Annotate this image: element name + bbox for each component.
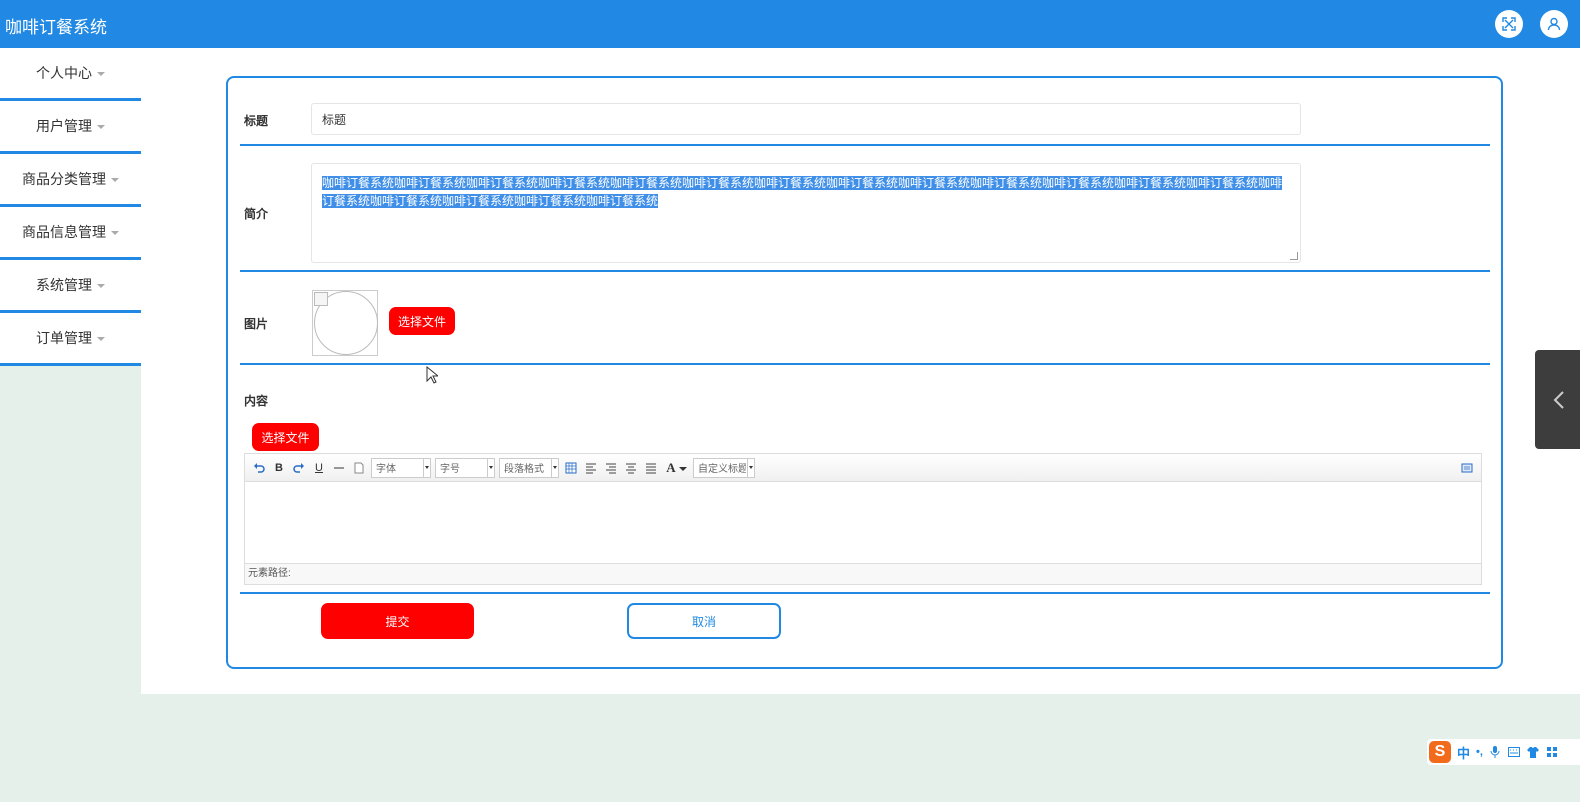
horizontal-rule-icon[interactable] xyxy=(331,460,347,476)
align-justify-icon[interactable] xyxy=(643,460,659,476)
page-icon[interactable] xyxy=(351,460,367,476)
font-family-select[interactable]: 字体 xyxy=(371,457,431,478)
user-icon[interactable] xyxy=(1540,10,1568,38)
underline-icon[interactable]: U xyxy=(311,460,327,476)
font-family-value: 字体 xyxy=(376,464,396,475)
intro-textarea[interactable]: 咖啡订餐系统咖啡订餐系统咖啡订餐系统咖啡订餐系统咖啡订餐系统咖啡订餐系统咖啡订餐… xyxy=(311,163,1301,263)
skin-icon[interactable] xyxy=(1526,746,1539,758)
divider xyxy=(240,270,1490,272)
title-label: 标题 xyxy=(244,114,269,128)
divider xyxy=(240,144,1490,146)
sidebar-item-label: 商品信息管理 xyxy=(22,224,106,240)
table-icon[interactable] xyxy=(563,460,579,476)
rich-text-editor: B U 字体 字号 段落格式 A 自定义标题 元素路径: xyxy=(244,453,1482,585)
sidebar: 个人中心 用户管理 商品分类管理 商品信息管理 系统管理 订单管理 xyxy=(0,48,141,366)
dropdown-arrow-icon xyxy=(747,458,754,477)
caret-down-icon xyxy=(97,72,105,76)
ime-mode-toggle[interactable]: 中 xyxy=(1457,743,1470,762)
caret-down-icon xyxy=(111,231,119,235)
mouse-cursor-icon xyxy=(426,365,440,389)
edit-form: 标题 简介 咖啡订餐系统咖啡订餐系统咖啡订餐系统咖啡订餐系统咖啡订餐系统咖啡订餐… xyxy=(226,76,1503,669)
app-title: 咖啡订餐系统 xyxy=(5,18,107,37)
intro-label: 简介 xyxy=(244,207,269,221)
font-size-select[interactable]: 字号 xyxy=(435,457,495,478)
sidebar-item-product-management[interactable]: 商品信息管理 xyxy=(0,207,141,260)
divider xyxy=(240,363,1490,365)
caret-down-icon xyxy=(97,337,105,341)
custom-title-value: 自定义标题 xyxy=(698,464,746,475)
choose-content-file-button[interactable]: 选择文件 xyxy=(252,423,319,451)
fullscreen-icon[interactable] xyxy=(1495,10,1523,38)
choose-image-button[interactable]: 选择文件 xyxy=(389,307,455,335)
sidebar-item-order-management[interactable]: 订单管理 xyxy=(0,313,141,366)
sidebar-item-category-management[interactable]: 商品分类管理 xyxy=(0,154,141,207)
cancel-button[interactable]: 取消 xyxy=(627,603,781,639)
html-source-icon[interactable] xyxy=(1459,460,1475,476)
font-color-icon[interactable]: A xyxy=(663,460,679,476)
sidebar-item-label: 商品分类管理 xyxy=(22,171,106,187)
menu-grid-icon[interactable] xyxy=(1546,746,1558,758)
redo-icon[interactable] xyxy=(291,460,307,476)
submit-button[interactable]: 提交 xyxy=(321,603,474,639)
sidebar-item-label: 个人中心 xyxy=(36,65,92,81)
sidebar-item-label: 系统管理 xyxy=(36,277,92,293)
resize-grip-icon[interactable] xyxy=(1290,252,1298,260)
caret-down-icon xyxy=(97,284,105,288)
font-color-dropdown-icon[interactable] xyxy=(679,466,687,471)
sidebar-item-label: 订单管理 xyxy=(36,330,92,346)
image-preview xyxy=(312,290,378,356)
font-size-value: 字号 xyxy=(440,464,460,475)
top-bar: 咖啡订餐系统 xyxy=(0,0,1580,48)
divider xyxy=(240,592,1490,594)
editor-toolbar: B U 字体 字号 段落格式 A 自定义标题 xyxy=(245,454,1481,482)
ime-punctuation-toggle[interactable]: •, xyxy=(1476,746,1483,758)
sidebar-item-personal-center[interactable]: 个人中心 xyxy=(0,48,141,101)
dropdown-arrow-icon xyxy=(423,458,430,477)
caret-down-icon xyxy=(97,125,105,129)
ime-toolbar: S 中 •, xyxy=(1427,739,1580,765)
sidebar-item-label: 用户管理 xyxy=(36,118,92,134)
sidebar-item-user-management[interactable]: 用户管理 xyxy=(0,101,141,154)
image-label: 图片 xyxy=(244,317,269,331)
sidebar-item-system-management[interactable]: 系统管理 xyxy=(0,260,141,313)
align-right-icon[interactable] xyxy=(603,460,619,476)
align-left-icon[interactable] xyxy=(583,460,599,476)
align-center-icon[interactable] xyxy=(623,460,639,476)
dropdown-arrow-icon xyxy=(487,458,494,477)
sogou-logo-icon[interactable]: S xyxy=(1429,741,1451,763)
caret-down-icon xyxy=(111,178,119,182)
element-path-bar: 元素路径: xyxy=(245,563,1481,584)
bold-icon[interactable]: B xyxy=(271,460,287,476)
keyboard-icon[interactable] xyxy=(1507,746,1520,758)
side-panel-toggle[interactable] xyxy=(1535,350,1580,449)
intro-text: 咖啡订餐系统咖啡订餐系统咖啡订餐系统咖啡订餐系统咖啡订餐系统咖啡订餐系统咖啡订餐… xyxy=(322,176,1283,208)
editor-content-area[interactable] xyxy=(245,482,1481,565)
paragraph-format-value: 段落格式 xyxy=(504,464,544,475)
undo-icon[interactable] xyxy=(251,460,267,476)
microphone-icon[interactable] xyxy=(1489,746,1501,758)
dropdown-arrow-icon xyxy=(551,458,558,477)
paragraph-format-select[interactable]: 段落格式 xyxy=(499,457,559,478)
title-input[interactable] xyxy=(311,103,1301,135)
broken-image-icon xyxy=(314,292,328,306)
content-label: 内容 xyxy=(244,394,269,408)
custom-title-select[interactable]: 自定义标题 xyxy=(693,457,755,478)
